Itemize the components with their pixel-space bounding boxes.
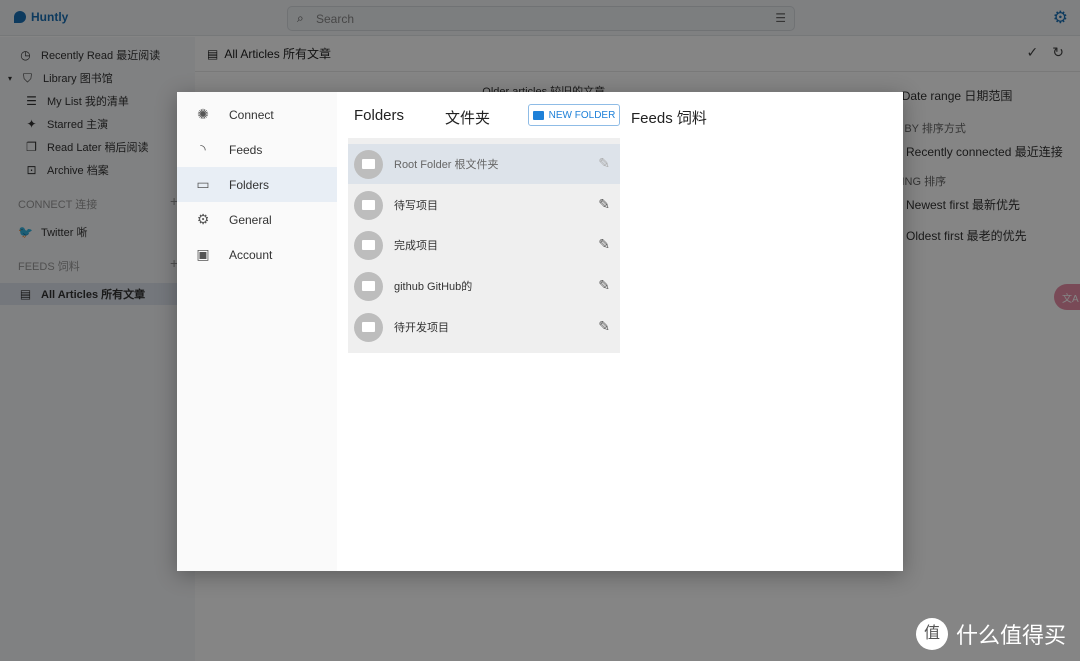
folder-item[interactable]: 待开发项目 ✎: [348, 307, 620, 347]
settings-nav: ✺ Connect ◝ Feeds ▭ Folders ⚙ General ▣ Accou…: [177, 92, 337, 571]
edit-icon[interactable]: ✎: [598, 236, 610, 253]
edit-icon[interactable]: ✎: [598, 196, 610, 213]
new-folder-icon: [532, 110, 544, 120]
folder-name: github GitHub的: [394, 281, 473, 293]
edit-icon[interactable]: ✎: [598, 318, 610, 335]
nav-connect[interactable]: ✺ Connect: [177, 97, 337, 132]
folders-title: Folders: [354, 107, 405, 124]
nav-account[interactable]: ▣ Account: [177, 237, 337, 272]
folder-item[interactable]: 完成项目 ✎: [348, 225, 620, 265]
label: General: [229, 212, 272, 227]
watermark: 值什么值得买: [915, 618, 1066, 650]
feeds-title: Feeds 饲料: [631, 110, 707, 127]
rss-icon: ◝: [200, 141, 206, 157]
edit-icon[interactable]: ✎: [598, 155, 610, 172]
folder-list: Root Folder 根文件夹 ✎ 待写项目 ✎ 完成项目 ✎ github Git…: [348, 138, 620, 353]
watermark-text: 什么值得买: [955, 623, 1066, 648]
settings-dialog: ✺ Connect ◝ Feeds ▭ Folders ⚙ General ▣ Accou…: [177, 92, 903, 571]
folder-name: 待写项目: [394, 200, 438, 212]
folder-item[interactable]: Root Folder 根文件夹 ✎: [348, 144, 620, 184]
edit-icon[interactable]: ✎: [598, 277, 610, 294]
folder-item[interactable]: github GitHub的 ✎: [348, 266, 620, 306]
folder-icon: [354, 149, 383, 179]
settings-icon: ⚙: [196, 211, 210, 227]
folder-name: 待开发项目: [394, 322, 449, 334]
folder-name: Root Folder 根文件夹: [394, 159, 499, 171]
folders-title-cn: 文件夹: [445, 110, 491, 127]
folder-item[interactable]: 待写项目 ✎: [348, 185, 620, 225]
label: Folders: [229, 177, 270, 192]
new-folder-button[interactable]: NEW FOLDER: [528, 104, 620, 126]
label: Feeds: [229, 142, 263, 157]
folder-icon: [354, 190, 383, 220]
folder-icon: [354, 312, 383, 342]
label: NEW FOLDER: [548, 109, 616, 121]
folder-icon: [354, 230, 383, 260]
watermark-logo-icon: 值: [915, 618, 948, 650]
nav-general[interactable]: ⚙ General: [177, 202, 337, 237]
folder-icon: [354, 271, 383, 301]
hub-icon: ✺: [197, 106, 209, 122]
nav-feeds[interactable]: ◝ Feeds: [177, 132, 337, 167]
folder-name: 完成项目: [394, 240, 438, 252]
nav-folders[interactable]: ▭ Folders: [177, 167, 337, 202]
folder-icon: ▭: [196, 176, 210, 192]
label: Account: [229, 247, 273, 262]
label: Connect: [229, 107, 274, 122]
account-icon: ▣: [196, 246, 210, 262]
